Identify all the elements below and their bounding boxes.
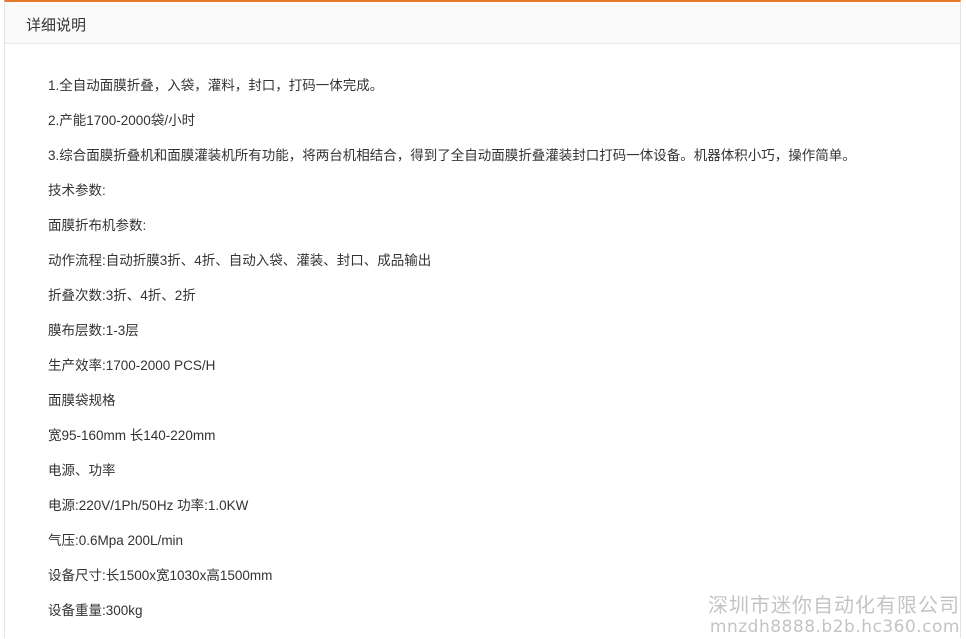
detail-line: 宽95-160mm 长140-220mm [48, 428, 216, 443]
detail-line: 面膜袋规格 [48, 393, 116, 408]
watermark-company: 深圳市迷你自动化有限公司 [708, 593, 960, 617]
detail-line: 气压:0.6Mpa 200L/min [48, 533, 184, 548]
watermark-url: mnzdh8888.b2b.hc360.com [709, 617, 960, 637]
detail-content: 1.全自动面膜折叠，入袋，灌料，封口，打码一体完成。 2.产能1700-2000… [48, 68, 856, 628]
detail-line: 3.综合面膜折叠机和面膜灌装机所有功能，将两台机相结合，得到了全自动面膜折叠灌装… [48, 148, 856, 163]
panel-title: 详细说明 [26, 17, 87, 34]
detail-line: 技术参数: [48, 183, 106, 198]
detail-line: 面膜折布机参数: [48, 218, 147, 233]
panel-header: 详细说明 [5, 2, 960, 44]
detail-line: 电源:220V/1Ph/50Hz 功率:1.0KW [48, 498, 249, 513]
detail-line: 1.全自动面膜折叠，入袋，灌料，封口，打码一体完成。 [48, 78, 384, 93]
detail-line: 2.产能1700-2000袋/小时 [48, 113, 196, 128]
detail-line: 折叠次数:3折、4折、2折 [48, 288, 196, 303]
detail-line: 生产效率:1700-2000 PCS/H [48, 358, 216, 373]
detail-line: 电源、功率 [48, 463, 116, 478]
watermark: 深圳市迷你自动化有限公司 mnzdh8888.b2b.hc360.com [708, 593, 960, 637]
detail-line: 动作流程:自动折膜3折、4折、自动入袋、灌装、封口、成品输出 [48, 253, 432, 268]
detail-line: 膜布层数:1-3层 [48, 323, 139, 338]
detail-line: 设备尺寸:长1500x宽1030x高1500mm [48, 568, 273, 583]
